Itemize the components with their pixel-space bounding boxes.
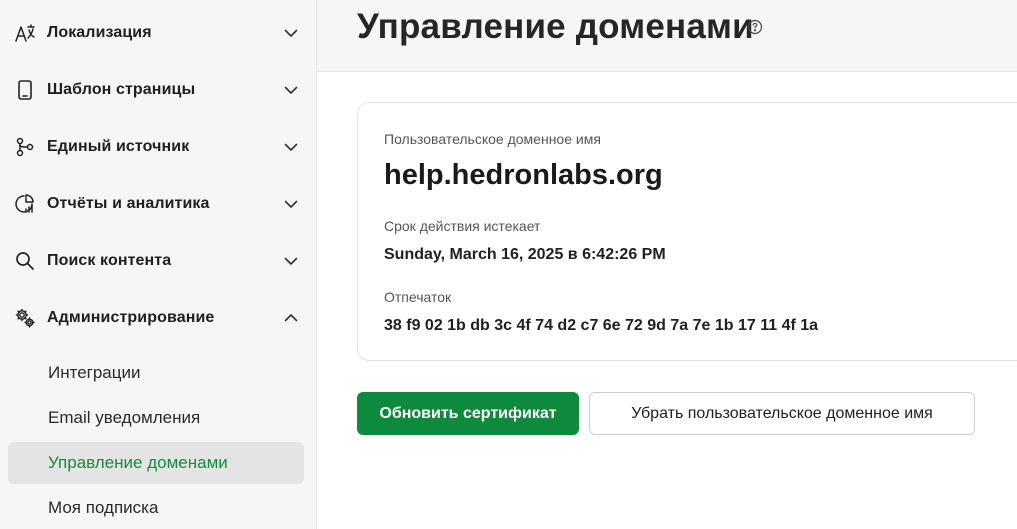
sidebar-item-label: Поиск контента [47,252,172,269]
chevron-down-icon [282,81,300,99]
expiry-label: Срок действия истекает [384,218,541,234]
sidebar-item-label: Локализация [47,24,152,41]
sidebar-subitem-label: Email уведомления [48,408,201,427]
chevron-down-icon [282,252,300,270]
sidebar-item-label: Администрирование [47,309,215,326]
chevron-down-icon [282,24,300,42]
page-title: Управление доменами [357,7,754,46]
sidebar-item-localization[interactable]: Локализация [0,13,316,53]
fingerprint-value: 38 f9 02 1b db 3c 4f 74 d2 c7 6e 72 9d 7… [384,317,819,334]
fingerprint-label: Отпечаток [384,289,452,305]
renew-certificate-button[interactable]: Обновить сертификат [357,392,579,435]
mobile-device-icon [14,79,36,101]
branch-icon [14,136,36,158]
sidebar-subitem-label: Моя подписка [48,498,159,517]
sidebar-item-reports[interactable]: Отчёты и аналитика [0,184,316,224]
domain-info-card: Пользовательское доменное имя help.hedro… [357,102,1017,361]
remove-custom-domain-button[interactable]: Убрать пользовательское доменное имя [589,392,975,435]
sidebar-subitem-label: Управление доменами [48,453,228,472]
chevron-down-icon [282,195,300,213]
sidebar-item-single-source[interactable]: Единый источник [0,127,316,167]
sidebar-item-administration[interactable]: Администрирование [0,298,316,338]
chevron-up-icon [282,309,300,327]
analytics-pie-icon [14,193,36,215]
sidebar: Локализация Шаблон страницы Единый источ… [0,0,317,529]
sidebar-subitem-email-notifications[interactable]: Email уведомления [8,397,304,439]
help-circle-icon[interactable] [747,19,763,35]
page-header: Управление доменами [317,0,1017,72]
sidebar-subitem-my-subscription[interactable]: Моя подписка [8,487,304,529]
chevron-down-icon [282,138,300,156]
sidebar-subitem-label: Интеграции [48,363,141,382]
search-icon [14,250,36,272]
sidebar-item-page-template[interactable]: Шаблон страницы [0,70,316,110]
sidebar-item-label: Единый источник [47,138,190,155]
gears-icon [14,307,36,329]
expiry-value: Sunday, March 16, 2025 в 6:42:26 PM [384,246,666,263]
domain-label: Пользовательское доменное имя [384,131,601,147]
sidebar-subitem-integrations[interactable]: Интеграции [8,352,304,394]
domain-value: help.hedronlabs.org [384,159,663,191]
translate-icon [14,22,36,44]
sidebar-item-content-search[interactable]: Поиск контента [0,241,316,281]
sidebar-subitem-domain-management[interactable]: Управление доменами [8,442,304,484]
sidebar-item-label: Отчёты и аналитика [47,195,210,212]
sidebar-item-label: Шаблон страницы [47,81,196,98]
